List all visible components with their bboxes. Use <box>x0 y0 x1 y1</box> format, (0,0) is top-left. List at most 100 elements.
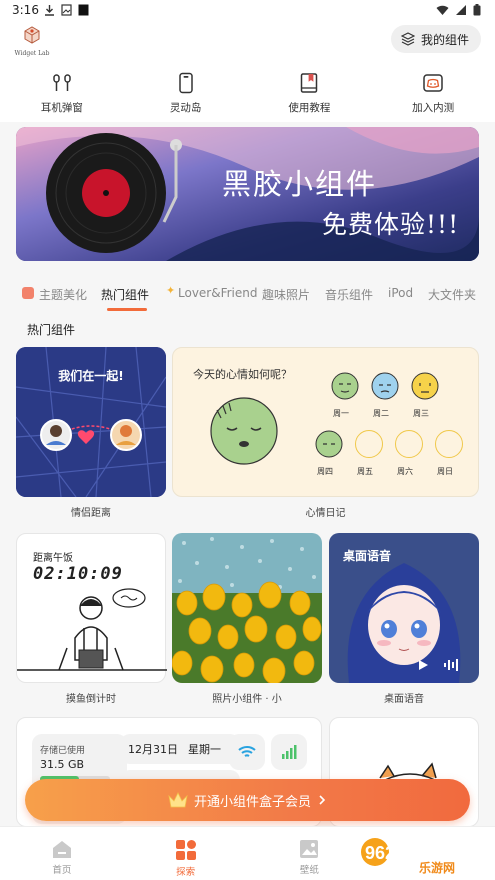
book-icon <box>301 73 318 93</box>
quick-nav-label: 使用教程 <box>288 102 331 114</box>
watermark-big: 962.NET <box>365 843 436 863</box>
lunch-label: 距离午饭 <box>33 553 73 564</box>
logo-text: Widget Lab <box>14 50 50 57</box>
cellular-icon <box>282 745 297 759</box>
quick-nav-dynamic-island[interactable]: 灵动岛 <box>124 62 248 122</box>
quick-nav-label: 加入内测 <box>412 102 455 114</box>
category-tabs: 主题美化 热门组件 ✦ Lover&Friend 趣味照片 音乐组件 iPod … <box>0 280 495 312</box>
slacking-person-icon <box>17 588 167 671</box>
mood-diary-card[interactable]: 今天的心情如何呢？ 周一 周二 周三 周四 周五 周六 周日 <box>172 347 479 497</box>
mood-empty-circle <box>395 430 423 458</box>
tab-big-folder[interactable]: 大文件夹 <box>428 286 476 303</box>
tab-ipod[interactable]: iPod <box>388 286 413 300</box>
tab-theme[interactable]: 主题美化 <box>39 286 87 303</box>
vip-label: 开通小组件盒子会员 <box>193 794 311 810</box>
theme-tab-icon <box>22 287 34 299</box>
nav-label: 壁纸 <box>299 865 319 876</box>
image-notification-icon <box>61 4 72 16</box>
tab-lover-friend[interactable]: Lover&Friend <box>178 286 258 300</box>
couple-widget-card[interactable]: 我们在一起! <box>16 347 166 497</box>
couple-widget-title: 我们在一起! <box>58 369 124 383</box>
mood-diary-caption: 心情日记 <box>305 508 346 519</box>
mood-day-label: 周日 <box>437 467 453 476</box>
vinyl-record-icon <box>46 133 182 253</box>
home-icon <box>52 841 71 858</box>
mood-day-label: 周五 <box>357 467 373 476</box>
tab-active-indicator <box>107 308 147 311</box>
lunch-countdown-caption: 摸鱼倒计时 <box>66 694 116 705</box>
mood-green-icon <box>315 430 343 458</box>
nav-label: 探索 <box>176 867 196 878</box>
date-text: 12月31日 <box>128 743 178 756</box>
logo-icon <box>24 26 40 44</box>
mood-blue-icon <box>371 372 399 400</box>
photo-widget-card[interactable] <box>172 533 322 683</box>
wifi-tile <box>229 734 265 770</box>
discord-icon <box>423 74 443 92</box>
quick-nav: 耳机弹窗 灵动岛 使用教程 加入内测 <box>0 62 495 122</box>
tab-fun-photos[interactable]: 趣味照片 <box>262 286 310 303</box>
quick-nav-beta[interactable]: 加入内测 <box>371 62 495 122</box>
watermark-logo: 962.NET 乐游网 <box>361 838 455 875</box>
battery-icon <box>473 4 481 16</box>
mood-day-label: 周三 <box>413 409 429 418</box>
my-widgets-button[interactable]: 我的组件 <box>390 25 481 53</box>
signal-icon <box>456 5 466 15</box>
photo-widget-caption: 照片小组件 · 小 <box>212 694 282 705</box>
lunch-time: 02:10:09 <box>33 564 123 584</box>
banner-line-2: 免费体验!!! <box>322 210 460 239</box>
nav-explore[interactable]: 探索 <box>124 827 248 880</box>
app-logo: Widget Lab <box>12 25 52 59</box>
date-tile: 12月31日 星期一 <box>120 734 240 764</box>
wallpaper-icon <box>300 840 319 858</box>
sparkle-icon: ✦ <box>166 284 176 297</box>
mood-day-label: 周六 <box>397 467 413 476</box>
tab-music-widgets[interactable]: 音乐组件 <box>325 286 373 303</box>
mood-diary-title: 今天的心情如何呢？ <box>193 368 292 381</box>
signal-tile <box>271 734 307 770</box>
nav-label: 首页 <box>52 865 72 876</box>
layers-icon <box>400 32 415 46</box>
tab-hot-widgets[interactable]: 热门组件 <box>101 286 149 303</box>
quick-nav-label: 灵动岛 <box>169 102 202 114</box>
earbuds-icon <box>53 74 71 91</box>
notification-icons <box>44 4 89 16</box>
quick-nav-label: 耳机弹窗 <box>40 102 83 114</box>
watermark-small: 乐游网 <box>419 860 455 875</box>
quick-nav-earbuds[interactable]: 耳机弹窗 <box>0 62 124 122</box>
vip-membership-button[interactable]: 开通小组件盒子会员 <box>25 779 470 821</box>
couple-widget-caption: 情侣距离 <box>71 508 111 519</box>
wifi-icon <box>436 5 449 15</box>
site-watermark: 962.NET 乐游网 <box>359 830 489 876</box>
lunch-countdown-card[interactable]: 距离午饭 02:10:09 <box>16 533 167 683</box>
storage-label: 存储已使用 <box>40 746 86 756</box>
status-time: 3:16 <box>12 3 39 17</box>
mood-day-label: 周二 <box>373 409 389 418</box>
system-icons <box>436 4 481 16</box>
explore-grid-icon <box>175 840 196 860</box>
desktop-voice-card[interactable]: 桌面语音 <box>329 533 479 683</box>
nav-wallpaper[interactable]: 壁纸 <box>248 827 372 880</box>
waveform-icon <box>444 659 458 671</box>
download-icon <box>45 5 54 16</box>
mood-empty-circle <box>435 430 463 458</box>
mood-empty-circle <box>355 430 383 458</box>
weekday-text: 星期一 <box>188 743 221 756</box>
crown-icon <box>168 792 188 808</box>
mood-day-label: 周四 <box>317 467 333 476</box>
section-title: 热门组件 <box>27 323 76 337</box>
my-widgets-label: 我的组件 <box>420 32 469 47</box>
mood-day-label: 周一 <box>333 409 349 418</box>
play-icon[interactable] <box>417 659 429 671</box>
quick-nav-tutorial[interactable]: 使用教程 <box>248 62 372 122</box>
desktop-voice-title: 桌面语音 <box>343 549 392 563</box>
sleepy-face-icon <box>210 397 278 465</box>
mood-yellow-icon <box>411 372 439 400</box>
header: Widget Lab 我的组件 <box>0 22 495 62</box>
mood-green-icon <box>331 372 359 400</box>
status-bar: 3:16 <box>0 0 495 22</box>
nav-home[interactable]: 首页 <box>0 827 124 880</box>
vinyl-banner[interactable]: 黑胶小组件 免费体验!!! <box>16 127 479 261</box>
chevron-right-icon <box>319 795 326 805</box>
wifi-icon <box>238 746 256 757</box>
